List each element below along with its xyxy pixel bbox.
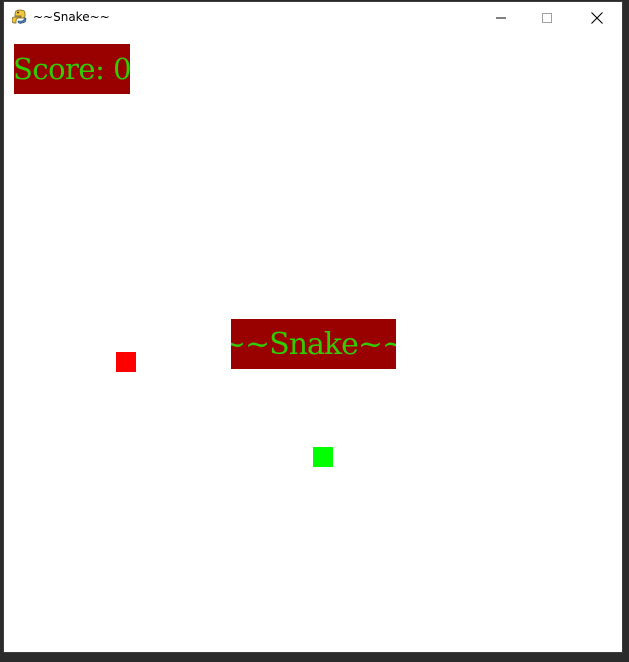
score-display: Score: 0 bbox=[14, 44, 130, 94]
window-title: ~~Snake~~ bbox=[33, 10, 110, 24]
minimize-button[interactable] bbox=[478, 2, 524, 34]
maximize-button[interactable] bbox=[524, 2, 570, 34]
maximize-icon bbox=[542, 13, 552, 23]
game-board[interactable]: Score: 0 ~~Snake~~ bbox=[4, 34, 622, 652]
food-square-icon bbox=[116, 352, 136, 372]
close-icon bbox=[591, 12, 603, 24]
snake-segment-icon bbox=[313, 447, 333, 467]
game-title-banner: ~~Snake~~ bbox=[231, 319, 396, 369]
close-button[interactable] bbox=[574, 2, 620, 34]
minimize-icon bbox=[496, 17, 506, 19]
game-window: ~~Snake~~ Score: 0 ~~Snake~~ bbox=[4, 2, 622, 652]
python-snake-icon bbox=[12, 9, 27, 24]
title-bar[interactable]: ~~Snake~~ bbox=[4, 2, 622, 34]
